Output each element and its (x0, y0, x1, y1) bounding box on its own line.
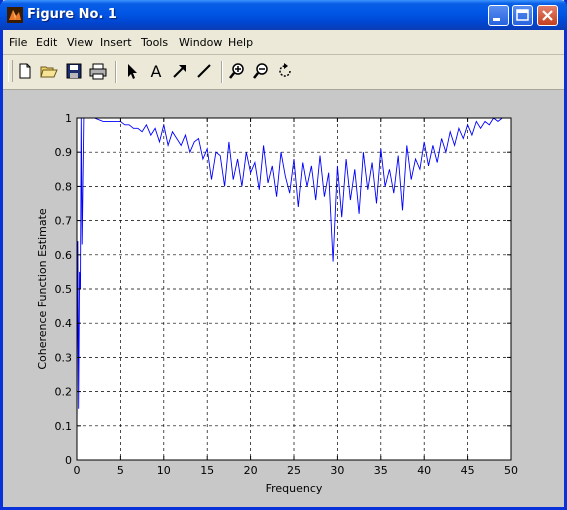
menu-view[interactable]: View (67, 36, 93, 49)
coherence-plot[interactable]: 0 5 10 15 20 25 30 35 40 45 50 0 0.1 0.2 0.3 0.4 0.5 0.6 0… (3, 90, 564, 507)
toolbar-separator (115, 61, 116, 83)
x-tick-label: 30 (330, 464, 344, 477)
menu-window[interactable]: Window (179, 36, 222, 49)
y-tick-label: 0.5 (55, 283, 73, 296)
window-title: Figure No. 1 (27, 7, 117, 22)
minimize-button[interactable] (488, 5, 509, 26)
insert-arrow-icon[interactable] (171, 62, 189, 80)
x-tick-label: 5 (117, 464, 124, 477)
x-tick-label: 15 (200, 464, 214, 477)
svg-text:A: A (151, 62, 162, 80)
insert-text-icon[interactable]: A (147, 62, 165, 80)
y-tick-label: 0.9 (55, 146, 73, 159)
matlab-app-icon (7, 7, 23, 23)
y-tick-label: 0.8 (55, 180, 73, 193)
menu-tools[interactable]: Tools (141, 36, 168, 49)
x-tick-label: 35 (374, 464, 388, 477)
print-icon[interactable] (89, 62, 107, 80)
maximize-icon (516, 9, 529, 21)
menu-bar: File Edit View Insert Tools Window Help (3, 30, 564, 55)
insert-line-icon[interactable] (195, 62, 213, 80)
y-axis-label: Coherence Function Estimate (36, 208, 49, 370)
y-tick-label: 0.7 (55, 215, 73, 228)
new-figure-icon[interactable] (16, 62, 34, 80)
x-tick-label: 45 (461, 464, 475, 477)
close-icon (542, 10, 553, 21)
y-tick-label: 0.2 (55, 386, 73, 399)
open-file-icon[interactable] (40, 62, 58, 80)
x-tick-label: 40 (417, 464, 431, 477)
save-icon[interactable] (65, 62, 83, 80)
toolbar-separator (221, 61, 222, 83)
close-button[interactable] (537, 5, 558, 26)
y-tick-label: 0 (65, 454, 72, 467)
y-tick-label: 0.6 (55, 249, 73, 262)
title-bar[interactable]: Figure No. 1 (0, 0, 567, 30)
x-tick-label: 20 (244, 464, 258, 477)
y-tick-label: 0.4 (55, 317, 73, 330)
x-axis-label: Frequency (266, 482, 323, 495)
menu-insert[interactable]: Insert (100, 36, 132, 49)
y-tick-label: 0.3 (55, 351, 73, 364)
x-tick-label: 50 (504, 464, 518, 477)
edit-plot-arrow-icon[interactable] (123, 62, 141, 80)
zoom-in-icon[interactable] (228, 62, 246, 80)
figure-window: Figure No. 1 File Edit View Insert Tools… (0, 0, 567, 510)
figure-toolbar: A (3, 55, 564, 90)
rotate-3d-icon[interactable] (276, 62, 294, 80)
menu-file[interactable]: File (9, 36, 27, 49)
toolbar-grip[interactable] (8, 60, 13, 82)
menu-help[interactable]: Help (228, 36, 253, 49)
x-tick-label: 25 (287, 464, 301, 477)
minimize-icon (493, 18, 500, 21)
y-tick-label: 1 (65, 112, 72, 125)
figure-canvas: 0 5 10 15 20 25 30 35 40 45 50 0 0.1 0.2 0.3 0.4 0.5 0.6 0… (3, 90, 564, 507)
menu-edit[interactable]: Edit (36, 36, 57, 49)
y-tick-label: 0.1 (55, 420, 73, 433)
x-tick-label: 0 (74, 464, 81, 477)
x-tick-label: 10 (157, 464, 171, 477)
zoom-out-icon[interactable] (252, 62, 270, 80)
maximize-button[interactable] (512, 5, 533, 26)
